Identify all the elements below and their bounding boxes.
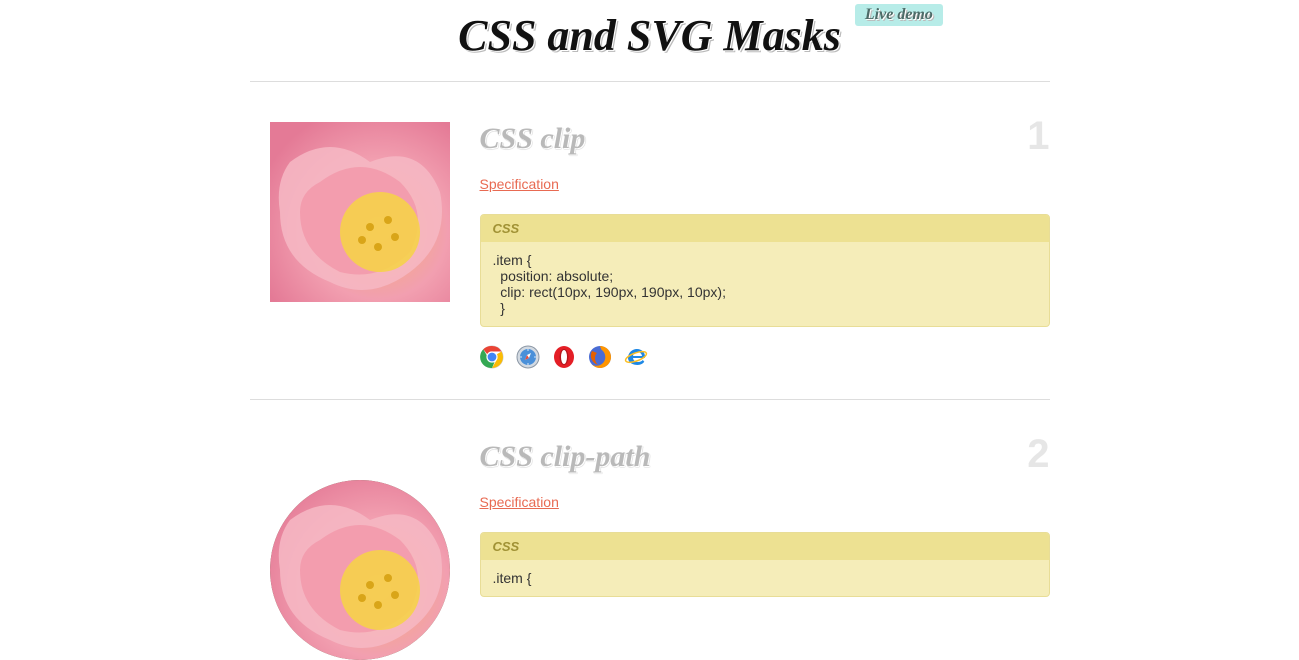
specification-link[interactable]: Specification xyxy=(480,176,559,192)
section-css-clip: 1 CSS clip Specification CSS .item { pos… xyxy=(250,82,1050,400)
page-title-text: CSS and SVG Masks xyxy=(458,11,841,60)
code-block: CSS .item { xyxy=(480,532,1050,597)
demo-image-round xyxy=(270,480,450,660)
code-body: .item { xyxy=(481,560,1049,596)
page-title: CSS and SVG Masks Live demo xyxy=(458,10,841,61)
section-content: 2 CSS clip-path Specification CSS .item … xyxy=(470,440,1050,597)
demo-image-square xyxy=(270,122,450,302)
section-css-clip-path: 2 CSS clip-path Specification CSS .item … xyxy=(250,400,1050,660)
preview-area xyxy=(250,122,470,302)
section-title: CSS clip-path xyxy=(480,440,1050,474)
ie-icon xyxy=(624,345,648,369)
section-number: 1 xyxy=(1027,114,1049,159)
page-header: CSS and SVG Masks Live demo xyxy=(250,0,1050,82)
chrome-icon xyxy=(480,345,504,369)
browser-support-row xyxy=(480,345,1050,369)
section-title: CSS clip xyxy=(480,122,1050,156)
section-content: 1 CSS clip Specification CSS .item { pos… xyxy=(470,122,1050,369)
code-block: CSS .item { position: absolute; clip: re… xyxy=(480,214,1050,327)
specification-link[interactable]: Specification xyxy=(480,494,559,510)
firefox-icon xyxy=(588,345,612,369)
code-body: .item { position: absolute; clip: rect(1… xyxy=(481,242,1049,326)
code-label: CSS xyxy=(481,533,1049,560)
preview-area xyxy=(250,440,470,660)
safari-icon xyxy=(516,345,540,369)
code-label: CSS xyxy=(481,215,1049,242)
live-demo-badge: Live demo xyxy=(855,4,943,26)
opera-icon xyxy=(552,345,576,369)
section-number: 2 xyxy=(1027,432,1049,477)
